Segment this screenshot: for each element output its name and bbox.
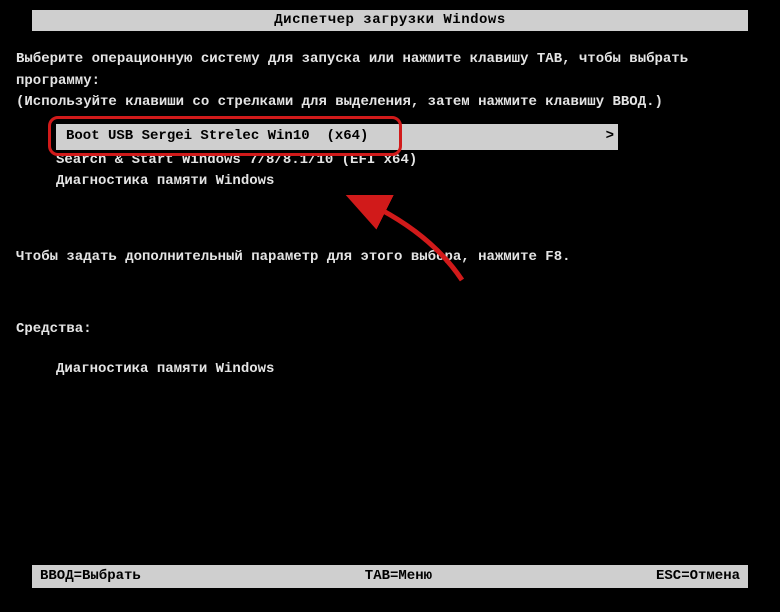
- boot-options-list[interactable]: Boot USB Sergei Strelec Win10 (x64) > Sea…: [56, 124, 764, 193]
- instruction-line-2: программу:: [16, 71, 764, 93]
- boot-option-selected-wrap[interactable]: Boot USB Sergei Strelec Win10 (x64) >: [56, 124, 618, 150]
- footer-esc: ESC=Отмена: [656, 568, 740, 584]
- instruction-line-3: (Используйте клавиши со стрелками для вы…: [16, 92, 764, 114]
- tools-heading: Средства:: [16, 319, 764, 341]
- tools-list[interactable]: Диагностика памяти Windows: [56, 359, 764, 381]
- instruction-line-1: Выберите операционную систему для запуск…: [16, 49, 764, 71]
- tools-item-1[interactable]: Диагностика памяти Windows: [56, 359, 764, 381]
- footer-tab: TAB=Меню: [365, 568, 432, 584]
- screen-area: Диспетчер загрузки Windows Выберите опер…: [12, 10, 768, 602]
- selection-caret-icon: >: [606, 126, 614, 148]
- boot-option-2[interactable]: Search & Start Windows 7/8/8.1/10 (EFI x…: [56, 150, 764, 172]
- boot-option-selected[interactable]: Boot USB Sergei Strelec Win10 (x64) >: [56, 124, 618, 150]
- boot-option-3[interactable]: Диагностика памяти Windows: [56, 171, 764, 193]
- f8-hint: Чтобы задать дополнительный параметр для…: [16, 247, 764, 269]
- footer-enter: ВВОД=Выбрать: [40, 568, 141, 584]
- boot-manager-screen: Диспетчер загрузки Windows Выберите опер…: [0, 0, 780, 612]
- content-area: Выберите операционную систему для запуск…: [12, 31, 768, 380]
- title-bar: Диспетчер загрузки Windows: [32, 10, 748, 31]
- footer-bar: ВВОД=Выбрать TAB=Меню ESC=Отмена: [32, 565, 748, 588]
- boot-option-selected-label: Boot USB Sergei Strelec Win10 (x64): [66, 128, 368, 144]
